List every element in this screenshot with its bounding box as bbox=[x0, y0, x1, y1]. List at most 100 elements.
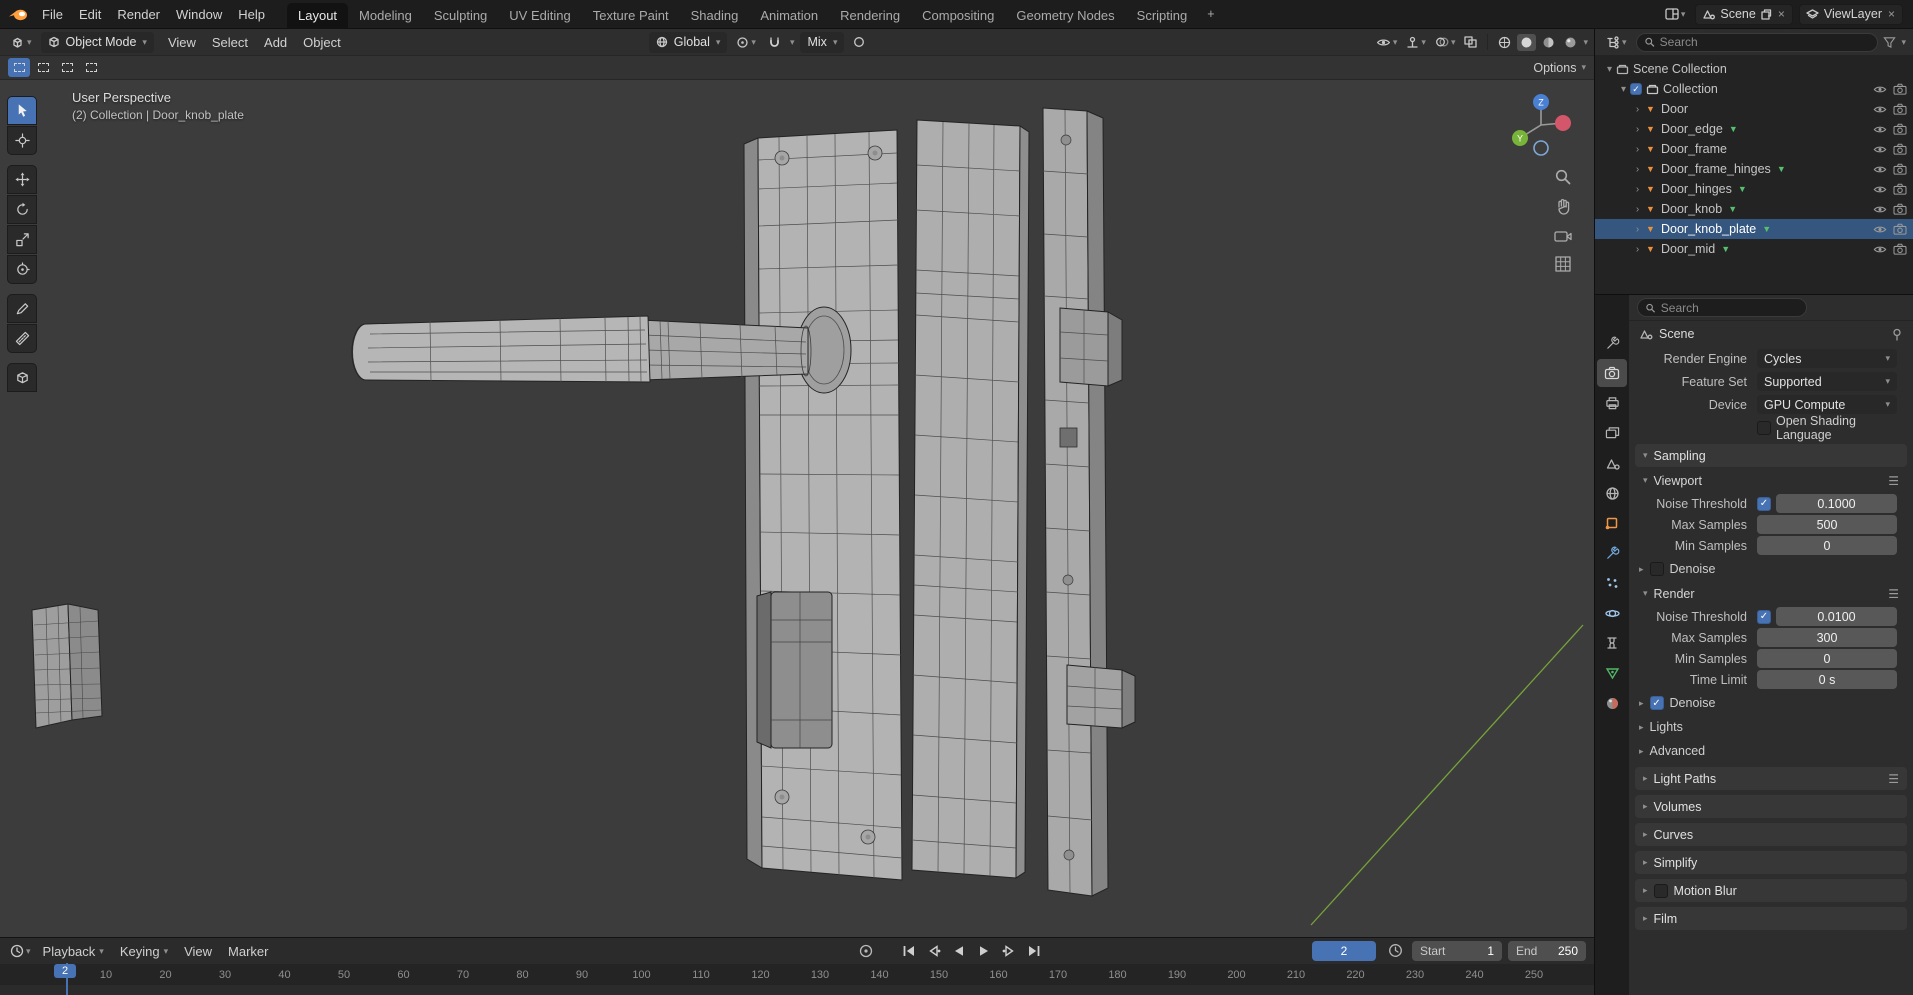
viewport-noise-checkbox[interactable]: ✓ bbox=[1757, 496, 1771, 511]
eye-icon[interactable] bbox=[1873, 184, 1887, 195]
play-button[interactable] bbox=[973, 941, 994, 961]
workspace-tab[interactable]: UV Editing bbox=[498, 3, 581, 29]
tab-render[interactable] bbox=[1597, 359, 1627, 387]
next-keyframe-button[interactable] bbox=[998, 941, 1019, 961]
render-max-samples-value[interactable]: 300 bbox=[1757, 628, 1897, 647]
eye-icon[interactable] bbox=[1873, 84, 1887, 95]
select-mode-extend-button[interactable] bbox=[32, 58, 54, 77]
tab-modifiers[interactable] bbox=[1597, 539, 1627, 567]
workspace-tab[interactable]: Texture Paint bbox=[582, 3, 680, 29]
eye-icon[interactable] bbox=[1873, 124, 1887, 135]
tool-annotate[interactable] bbox=[7, 294, 37, 323]
breadcrumb-label[interactable]: Scene bbox=[1659, 327, 1694, 341]
play-reverse-button[interactable] bbox=[948, 941, 969, 961]
select-mode-new-button[interactable] bbox=[8, 58, 30, 77]
eye-icon[interactable] bbox=[1873, 244, 1887, 255]
camera-view-icon[interactable] bbox=[1554, 228, 1572, 243]
workspace-tab[interactable]: Modeling bbox=[348, 3, 423, 29]
expand-chevron-icon[interactable]: › bbox=[1631, 224, 1644, 235]
render-time-limit-value[interactable]: 0 s bbox=[1757, 670, 1897, 689]
timeline-ruler[interactable]: 10 20 30 40 50 60 70 80 90 100 110 120 130 140 150 160 1… bbox=[0, 964, 1594, 985]
render-min-samples-value[interactable]: 0 bbox=[1757, 649, 1897, 668]
tab-object-data[interactable] bbox=[1597, 659, 1627, 687]
tool-select-box[interactable] bbox=[7, 96, 37, 125]
expand-chevron-icon[interactable]: › bbox=[1631, 144, 1644, 155]
unlink-scene-icon[interactable]: × bbox=[1777, 7, 1786, 21]
expand-chevron-icon[interactable]: › bbox=[1631, 204, 1644, 215]
tool-rotate[interactable] bbox=[7, 195, 37, 224]
current-frame-field[interactable]: 2 bbox=[1312, 941, 1376, 961]
outliner-object-row[interactable]: › ▼ Door ▼ bbox=[1595, 99, 1913, 119]
zoom-icon[interactable] bbox=[1554, 168, 1572, 186]
collection-checkbox[interactable]: ✓ bbox=[1630, 83, 1642, 95]
topbar-menu-item[interactable]: File bbox=[34, 0, 71, 29]
properties-panel-header[interactable]: ▸ Simplify ☰︎ bbox=[1635, 851, 1907, 874]
model-door-hinge-part[interactable] bbox=[31, 603, 103, 729]
preview-range-icon[interactable] bbox=[1388, 943, 1403, 958]
tab-physics[interactable] bbox=[1597, 599, 1627, 627]
render-denoise-row[interactable]: ▸ ✓ Denoise bbox=[1639, 692, 1903, 714]
tool-cursor[interactable] bbox=[7, 126, 37, 155]
osl-checkbox[interactable] bbox=[1757, 420, 1771, 435]
advanced-subpanel-header[interactable]: ▸ Advanced bbox=[1639, 740, 1903, 762]
frame-start-field[interactable]: Start 1 bbox=[1412, 941, 1502, 961]
camera-icon[interactable] bbox=[1893, 223, 1907, 235]
outliner-object-row[interactable]: › ▼ Door_frame ▼ bbox=[1595, 139, 1913, 159]
outliner-scene-collection-row[interactable]: ▾ Scene Collection bbox=[1595, 59, 1913, 79]
gizmo-z-negative[interactable] bbox=[1533, 140, 1549, 156]
eye-icon[interactable] bbox=[1873, 144, 1887, 155]
model-door-mid[interactable] bbox=[911, 119, 1030, 879]
tab-tool[interactable] bbox=[1597, 329, 1627, 357]
workspace-tab[interactable]: Rendering bbox=[829, 3, 911, 29]
jump-to-end-button[interactable] bbox=[1023, 941, 1044, 961]
render-subpanel-header[interactable]: ▾ Render ☰︎ bbox=[1639, 583, 1903, 604]
camera-icon[interactable] bbox=[1893, 243, 1907, 255]
select-mode-intersect-button[interactable] bbox=[80, 58, 102, 77]
topbar-menu-item[interactable]: Edit bbox=[71, 0, 109, 29]
tab-scene[interactable] bbox=[1597, 449, 1627, 477]
frame-end-field[interactable]: End 250 bbox=[1508, 941, 1586, 961]
camera-icon[interactable] bbox=[1893, 83, 1907, 95]
render-engine-select[interactable]: Cycles ▾ bbox=[1757, 349, 1897, 368]
workspace-tab[interactable]: Animation bbox=[749, 3, 829, 29]
panel-menu-icon[interactable]: ☰︎ bbox=[1888, 772, 1899, 786]
snap-magnet-icon[interactable] bbox=[765, 34, 784, 51]
viewport-denoise-checkbox[interactable] bbox=[1649, 562, 1664, 576]
eye-icon[interactable] bbox=[1873, 104, 1887, 115]
tab-material[interactable] bbox=[1597, 689, 1627, 717]
navigation-gizmo[interactable]: Z Y bbox=[1504, 88, 1578, 162]
properties-panel-header[interactable]: ▸ Curves ☰︎ bbox=[1635, 823, 1907, 846]
eye-icon[interactable] bbox=[1873, 224, 1887, 235]
tool-scale[interactable] bbox=[7, 225, 37, 254]
tab-constraints[interactable] bbox=[1597, 629, 1627, 657]
feature-set-select[interactable]: Supported ▾ bbox=[1757, 372, 1897, 391]
overlays-dropdown[interactable]: ▾ bbox=[1432, 34, 1459, 50]
model-lock-housing[interactable] bbox=[756, 591, 833, 749]
workspace-tab[interactable]: Geometry Nodes bbox=[1005, 3, 1125, 29]
outliner-collection-row[interactable]: ▾ ✓ Collection bbox=[1595, 79, 1913, 99]
panel-menu-icon[interactable]: ☰︎ bbox=[1888, 587, 1899, 601]
shading-dropdown-chevron[interactable]: ▾ bbox=[1583, 37, 1588, 47]
expand-chevron-icon[interactable]: › bbox=[1631, 184, 1644, 195]
new-scene-icon[interactable] bbox=[1761, 8, 1772, 20]
proportional-editing-icon[interactable] bbox=[850, 34, 868, 50]
outliner-object-row[interactable]: › ▼ Door_frame_hinges ▼ bbox=[1595, 159, 1913, 179]
gizmo-x-axis[interactable] bbox=[1555, 115, 1571, 131]
shading-rendered-icon[interactable] bbox=[1561, 34, 1580, 51]
tool-transform[interactable] bbox=[7, 255, 37, 284]
timeline-menu-item[interactable]: Marker▾ bbox=[220, 944, 276, 959]
properties-panel-header[interactable]: ▸ Volumes ☰︎ bbox=[1635, 795, 1907, 818]
viewport-menu-item[interactable]: Object bbox=[295, 35, 349, 50]
editor-layout-icon[interactable]: ▾ bbox=[1661, 8, 1690, 20]
shading-solid-icon[interactable] bbox=[1517, 33, 1537, 51]
editor-type-timeline-icon[interactable]: ▾ bbox=[6, 944, 35, 958]
device-select[interactable]: GPU Compute ▾ bbox=[1757, 395, 1897, 414]
workspace-tab[interactable]: Compositing bbox=[911, 3, 1005, 29]
tab-object[interactable] bbox=[1597, 509, 1627, 537]
expand-chevron-icon[interactable]: › bbox=[1631, 244, 1644, 255]
outliner-object-row[interactable]: › ▼ Door_edge ▼ bbox=[1595, 119, 1913, 139]
outliner-object-row[interactable]: › ▼ Door_hinges ▼ bbox=[1595, 179, 1913, 199]
viewport-menu-item[interactable]: Select bbox=[204, 35, 256, 50]
expand-chevron-icon[interactable]: ▾ bbox=[1617, 84, 1630, 95]
viewport-max-samples-value[interactable]: 500 bbox=[1757, 515, 1897, 534]
